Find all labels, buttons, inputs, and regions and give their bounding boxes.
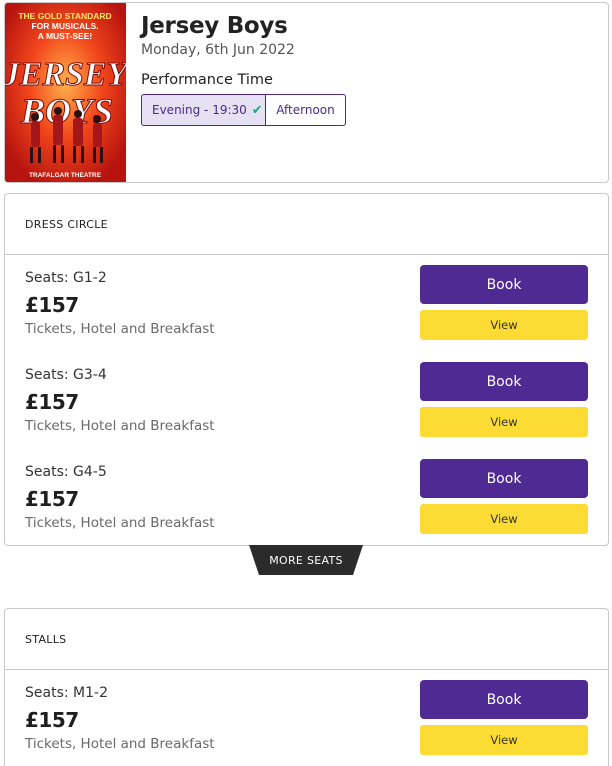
seat-price: £157 xyxy=(25,293,79,317)
seat-option: Seats: M1-2 £157 Tickets, Hotel and Brea… xyxy=(5,670,608,766)
dress-circle-section: DRESS CIRCLE Seats: G1-2 £157 Tickets, H… xyxy=(4,193,609,546)
package-description: Tickets, Hotel and Breakfast xyxy=(25,321,215,337)
seat-price: £157 xyxy=(25,487,79,511)
evening-time-label: Evening - 19:30 xyxy=(152,103,247,117)
section-title: DRESS CIRCLE xyxy=(5,194,608,255)
seat-numbers: Seats: G1-2 xyxy=(25,270,107,286)
book-button[interactable]: Book xyxy=(420,362,588,401)
more-seats-label: MORE SEATS xyxy=(269,553,343,567)
seat-price: £157 xyxy=(25,390,79,414)
book-button[interactable]: Book xyxy=(420,459,588,498)
show-date: Monday, 6th Jun 2022 xyxy=(141,42,295,58)
stalls-section: STALLS Seats: M1-2 £157 Tickets, Hotel a… xyxy=(4,608,609,766)
performance-time-selector: Evening - 19:30 ✔ Afternoon xyxy=(141,94,346,126)
package-description: Tickets, Hotel and Breakfast xyxy=(25,418,215,434)
svg-text:FOR MUSICALS.: FOR MUSICALS. xyxy=(31,21,98,31)
seat-numbers: Seats: M1-2 xyxy=(25,685,108,701)
view-button[interactable]: View xyxy=(420,407,588,437)
show-card: THE GOLD STANDARD FOR MUSICALS. A MUST-S… xyxy=(4,2,609,183)
evening-time-option[interactable]: Evening - 19:30 ✔ xyxy=(141,94,266,126)
package-description: Tickets, Hotel and Breakfast xyxy=(25,736,215,752)
show-title: Jersey Boys xyxy=(141,13,288,39)
view-button[interactable]: View xyxy=(420,310,588,340)
view-button[interactable]: View xyxy=(420,504,588,534)
view-button[interactable]: View xyxy=(420,725,588,755)
package-description: Tickets, Hotel and Breakfast xyxy=(25,515,215,531)
afternoon-time-option[interactable]: Afternoon xyxy=(266,94,346,126)
book-button[interactable]: Book xyxy=(420,680,588,719)
checkmark-icon: ✔ xyxy=(251,102,263,118)
svg-text:THE GOLD STANDARD: THE GOLD STANDARD xyxy=(18,11,111,21)
section-title: STALLS xyxy=(5,609,608,670)
seat-numbers: Seats: G3-4 xyxy=(25,367,107,383)
svg-text:TRAFALGAR THEATRE: TRAFALGAR THEATRE xyxy=(29,172,102,179)
afternoon-time-label: Afternoon xyxy=(276,103,335,117)
book-button[interactable]: Book xyxy=(420,265,588,304)
seat-option: Seats: G3-4 £157 Tickets, Hotel and Brea… xyxy=(5,352,608,449)
seat-price: £157 xyxy=(25,708,79,732)
svg-text:JERSEY: JERSEY xyxy=(5,56,126,93)
svg-text:A MUST-SEE!: A MUST-SEE! xyxy=(38,31,93,41)
seat-option: Seats: G1-2 £157 Tickets, Hotel and Brea… xyxy=(5,255,608,352)
seat-numbers: Seats: G4-5 xyxy=(25,464,107,480)
seat-option: Seats: G4-5 £157 Tickets, Hotel and Brea… xyxy=(5,449,608,546)
performance-time-label: Performance Time xyxy=(141,72,273,88)
show-poster-image: THE GOLD STANDARD FOR MUSICALS. A MUST-S… xyxy=(5,3,126,182)
more-seats-button[interactable]: MORE SEATS xyxy=(249,545,363,575)
